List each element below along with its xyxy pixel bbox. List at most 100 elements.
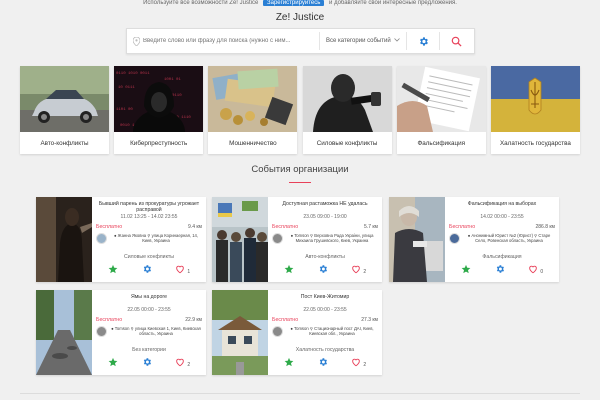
category-card-negligence[interactable]: Халатность государства [490, 66, 580, 154]
heart-icon [176, 265, 185, 274]
settings-button[interactable] [318, 264, 328, 274]
chevron-down-icon [394, 38, 400, 44]
event-distance: 286.8 км [535, 224, 555, 230]
event-actions: 2 [96, 356, 202, 368]
category-image-hacker: 0110 1010 0011 1001 01 10 0111 0110 1101 0… [114, 66, 204, 132]
like-count: 1 [187, 268, 191, 275]
map-pin-icon: ⚲ [130, 326, 134, 331]
event-card[interactable]: Пост Киев-Житомир 22.05 00:00 - 23:55 Бе… [212, 290, 382, 375]
like-button[interactable]: 2 [351, 264, 366, 275]
favorite-button[interactable] [284, 264, 294, 274]
svg-text:1001 01: 1001 01 [164, 78, 181, 82]
notice-text-left: Используйте все возможности Ze! Justice [143, 0, 259, 6]
favorite-button[interactable] [108, 357, 118, 367]
event-card[interactable]: Ямы на дороге 22.05 00:00 - 23:55 Беспла… [36, 290, 206, 375]
category-image-money [208, 66, 298, 132]
category-select[interactable]: Все категории событий [320, 38, 406, 44]
category-card-cyber[interactable]: 0110 1010 0011 1001 01 10 0111 0110 1101 0… [114, 66, 204, 154]
favorite-button[interactable] [461, 264, 471, 274]
event-card[interactable]: Фальсификация на выборах 14.02 00:00 - 2… [389, 197, 559, 282]
organizer-info: ● Tomson ⚲ Стационарный пост ДАІ, Киев, … [286, 326, 378, 337]
section-underline [289, 182, 311, 183]
settings-button[interactable] [142, 357, 152, 367]
avatar[interactable] [96, 326, 107, 337]
event-photo [36, 197, 92, 282]
category-card-auto[interactable]: Авто-конфликты [20, 66, 109, 154]
category-card-fraud[interactable]: Мошенничество [208, 66, 298, 154]
notice-text-right: и добавляйте свои интересные предложения… [329, 0, 457, 6]
organizer-name[interactable]: Tomson [115, 326, 130, 331]
event-photo [212, 197, 268, 282]
event-title[interactable]: Фальсификация на выборах [449, 201, 555, 207]
favorite-button[interactable] [108, 264, 118, 274]
event-category[interactable]: Силовые конфликты [96, 254, 202, 260]
event-category[interactable]: Без категории [96, 347, 202, 353]
like-button[interactable]: 0 [528, 264, 543, 275]
category-card-falsification[interactable]: Фальсификация [396, 66, 486, 154]
category-label: Силовые конфликты [316, 139, 378, 147]
event-title[interactable]: Ямы на дороге [96, 294, 202, 300]
event-address: улица Коринаерная, 14, Киев, Украина [142, 233, 199, 243]
organizer-info: ● Жанна Яковна ⚲ улица Коринаерная, 14, … [110, 233, 202, 244]
gear-icon [143, 358, 151, 366]
star-icon [108, 357, 118, 367]
section-title: События организации [251, 164, 349, 175]
like-button[interactable]: 2 [175, 357, 190, 368]
star-icon [461, 264, 471, 274]
event-title[interactable]: Бывший парень из прокуратуры угрожает ра… [96, 201, 202, 214]
event-title[interactable]: Доступная растаможка НЕ удалась [272, 201, 378, 207]
settings-button[interactable] [318, 357, 328, 367]
register-link[interactable]: Зарегистрируйтесь [262, 0, 325, 6]
event-actions: 2 [272, 263, 378, 275]
event-datetime: 22.05 00:00 - 23:55 [127, 307, 171, 313]
gear-icon [419, 36, 428, 46]
event-address: Стационарный пост ДАІ, Киев, Киевская об… [309, 326, 374, 336]
user-icon: ● [113, 233, 117, 238]
user-icon: ● [111, 326, 114, 331]
event-organizer: ● Жанна Яковна ⚲ улица Коринаерная, 14, … [96, 233, 202, 244]
event-price: Бесплатно [96, 317, 123, 323]
gear-icon [143, 265, 151, 273]
event-organizer: ● Tomson ⚲ Стационарный пост ДАІ, Киев, … [272, 326, 378, 337]
avatar[interactable] [272, 233, 283, 244]
event-category[interactable]: Халатность государства [272, 347, 378, 353]
like-count: 2 [363, 268, 367, 275]
organizer-name[interactable]: Tomson [294, 326, 309, 331]
svg-text:1101 00: 1101 00 [116, 108, 133, 112]
settings-button[interactable] [495, 264, 505, 274]
event-photo [389, 197, 445, 282]
search-button[interactable] [440, 29, 472, 53]
event-card[interactable]: Бывший парень из прокуратуры угрожает ра… [36, 197, 206, 282]
search-icon [451, 36, 462, 47]
event-photo [36, 290, 92, 375]
gear-icon [319, 358, 327, 366]
star-icon [284, 357, 294, 367]
settings-button[interactable] [142, 264, 152, 274]
avatar[interactable] [272, 326, 283, 337]
avatar[interactable] [96, 233, 107, 244]
event-price: Бесплатно [449, 224, 476, 230]
favorite-button[interactable] [284, 357, 294, 367]
search-input[interactable] [143, 29, 319, 53]
star-icon [284, 264, 294, 274]
category-card-force[interactable]: Силовые конфликты [302, 66, 392, 154]
event-card[interactable]: Доступная растаможка НЕ удалась 23.05 09… [212, 197, 382, 282]
location-pin-icon[interactable] [129, 28, 143, 54]
event-actions: 1 [96, 263, 202, 275]
user-icon: ● [290, 233, 294, 238]
like-button[interactable]: 1 [175, 264, 190, 275]
star-icon [108, 264, 118, 274]
category-label: Авто-конфликты [40, 139, 89, 147]
like-button[interactable]: 2 [351, 357, 366, 368]
settings-button[interactable] [407, 29, 439, 53]
heart-icon [529, 265, 538, 274]
avatar[interactable] [449, 233, 460, 244]
svg-text:0110 1010 0011: 0110 1010 0011 [116, 72, 150, 76]
event-category[interactable]: Авто-конфликты [272, 254, 378, 260]
organizer-info: ● Tomson ⚲ улица Киевская 1, Киев, Киевс… [110, 326, 202, 337]
event-category[interactable]: Фальсификация [449, 254, 555, 260]
like-count: 2 [187, 361, 191, 368]
event-title[interactable]: Пост Киев-Житомир [272, 294, 378, 300]
site-title: Ze! Justice [275, 12, 325, 23]
organizer-info: ● Анонимный Юрист №2 (Юрист) ⚲ Старе Сел… [463, 233, 555, 244]
